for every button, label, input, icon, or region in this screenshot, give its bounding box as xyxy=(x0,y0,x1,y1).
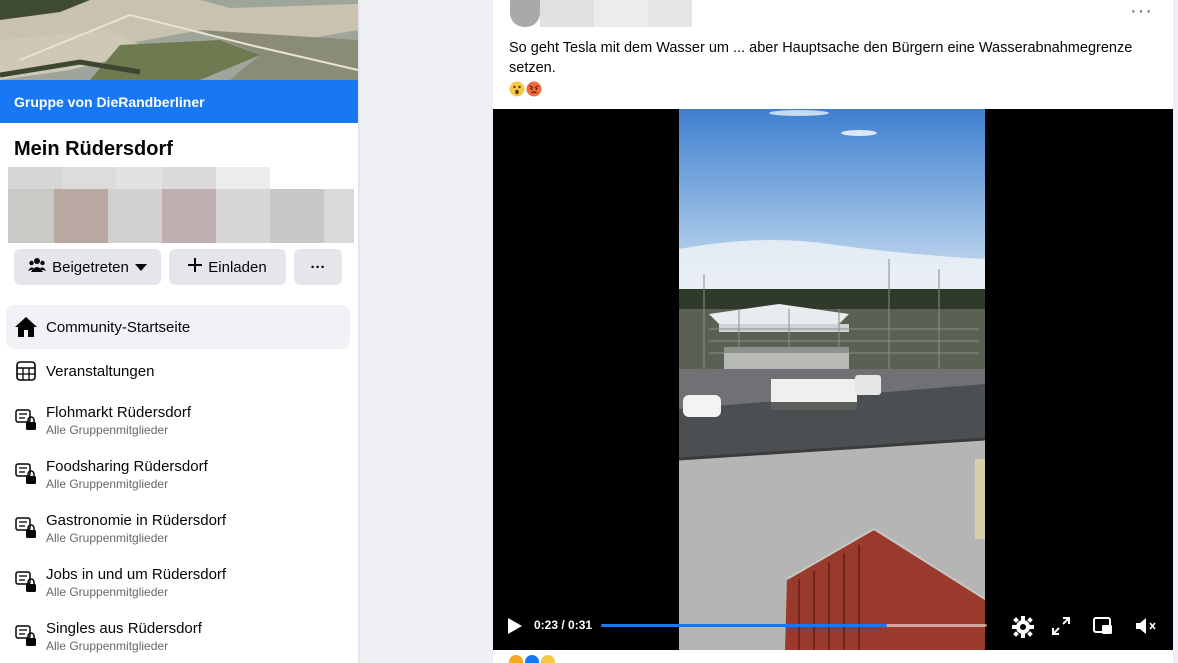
group-owner-label: Gruppe von DieRandberliner xyxy=(14,93,205,110)
nav-label: Veranstaltungen xyxy=(46,362,155,380)
plus-icon xyxy=(188,258,203,276)
more-dots-icon: ··· xyxy=(1130,0,1153,22)
nav-item-chat-singles[interactable]: Singles aus Rüdersdorf Alle Gruppenmitgl… xyxy=(6,609,350,663)
calendar-icon xyxy=(14,359,38,383)
angry-emoji-icon xyxy=(526,81,542,97)
post-emojis xyxy=(509,81,542,97)
nav-item-community-home[interactable]: Community-Startseite xyxy=(6,305,350,349)
joined-label: Beigetreten xyxy=(52,258,129,276)
nav-sublabel: Alle Gruppenmitglieder xyxy=(46,584,169,599)
nav-item-chat-foodsharing[interactable]: Foodsharing Rüdersdorf Alle Gruppenmitgl… xyxy=(6,447,350,501)
chat-lock-icon xyxy=(14,462,38,486)
video-progress-fill xyxy=(601,624,887,627)
nav-label: Gastronomie in Rüdersdorf xyxy=(46,511,227,529)
more-options-button[interactable]: ··· xyxy=(294,249,342,285)
chat-lock-icon xyxy=(14,570,38,594)
play-icon[interactable] xyxy=(507,617,523,640)
nav-item-chat-gastronomie[interactable]: Gastronomie in Rüdersdorf Alle Gruppenmi… xyxy=(6,501,350,555)
people-icon xyxy=(28,257,47,277)
invite-button[interactable]: Einladen xyxy=(169,249,286,285)
nav-sublabel: Alle Gruppenmitglieder xyxy=(46,422,169,437)
post-more-button[interactable]: ··· xyxy=(1130,0,1153,23)
home-icon xyxy=(14,315,38,339)
chat-lock-icon xyxy=(14,624,38,648)
joined-button[interactable]: Beigetreten xyxy=(14,249,161,285)
nav-label: Community-Startseite xyxy=(46,318,191,336)
invite-label: Einladen xyxy=(208,258,267,276)
nav-item-chat-jobs[interactable]: Jobs in und um Rüdersdorf Alle Gruppenmi… xyxy=(6,555,350,609)
more-dots-icon: ··· xyxy=(310,258,326,276)
caret-down-icon xyxy=(134,259,147,276)
feed-post: ··· So geht Tesla mit dem Wasser um ... … xyxy=(493,0,1173,663)
nav-item-events[interactable]: Veranstaltungen xyxy=(6,349,350,393)
nav-sublabel: Alle Gruppenmitglieder xyxy=(46,638,169,653)
quarry-landscape-image xyxy=(0,0,358,80)
nav-sublabel: Alle Gruppenmitglieder xyxy=(46,530,169,545)
group-owner-bar[interactable]: Gruppe von DieRandberliner xyxy=(0,80,358,123)
video-progress-bar[interactable] xyxy=(601,624,987,627)
astonished-emoji-icon xyxy=(509,81,525,97)
nav-item-chat-flohmarkt[interactable]: Flohmarkt Rüdersdorf Alle Gruppenmitglie… xyxy=(6,393,350,447)
video-frame xyxy=(679,109,985,650)
post-message: So geht Tesla mit dem Wasser um ... aber… xyxy=(509,40,1133,76)
group-name[interactable]: Mein Rüdersdorf xyxy=(14,138,173,161)
author-info-blurred[interactable] xyxy=(510,0,692,27)
group-nav: Community-Startseite Veranstaltungen Flo… xyxy=(6,305,350,663)
video-player[interactable]: 0:23 / 0:31 xyxy=(493,109,1173,650)
nav-label: Singles aus Rüdersdorf xyxy=(46,619,202,637)
member-avatars-blurred xyxy=(8,167,354,243)
picture-in-picture-icon[interactable] xyxy=(1093,616,1113,641)
mute-icon[interactable] xyxy=(1135,616,1157,641)
nav-label: Flohmarkt Rüdersdorf xyxy=(46,403,192,421)
chat-lock-icon xyxy=(14,516,38,540)
video-controls: 0:23 / 0:31 xyxy=(493,606,1173,650)
fullscreen-icon[interactable] xyxy=(1052,617,1070,640)
nav-sublabel: Alle Gruppenmitglieder xyxy=(46,476,169,491)
settings-icon[interactable] xyxy=(1012,616,1034,643)
group-sidebar: Gruppe von DieRandberliner Mein Rüdersdo… xyxy=(0,0,358,663)
chat-lock-icon xyxy=(14,408,38,432)
reaction-icons-partial[interactable] xyxy=(509,655,555,663)
group-cover-photo[interactable] xyxy=(0,0,358,80)
nav-label: Jobs in und um Rüdersdorf xyxy=(46,565,227,583)
nav-label: Foodsharing Rüdersdorf xyxy=(46,457,208,475)
video-time: 0:23 / 0:31 xyxy=(534,618,593,632)
